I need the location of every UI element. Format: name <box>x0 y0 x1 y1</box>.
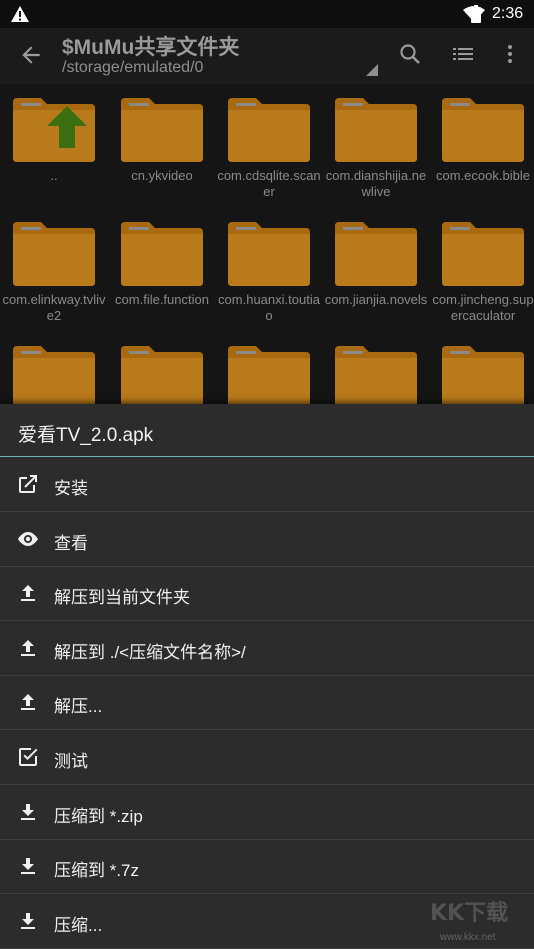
folder-icon <box>335 222 417 286</box>
menu-item[interactable]: 压缩到 *.7z <box>0 839 534 895</box>
folder-name: com.jianjia.novels <box>324 292 428 307</box>
folder-item[interactable] <box>109 332 215 405</box>
current-path[interactable]: /storage/emulated/0 <box>62 59 203 77</box>
folder-item[interactable]: com.ecook.bible <box>430 84 534 208</box>
upload-icon <box>21 694 35 711</box>
menu-item[interactable]: 测试 <box>0 730 534 785</box>
watermark-url: www.kkx.net <box>440 932 496 943</box>
folder-item[interactable]: cn.ykvideo <box>109 84 215 208</box>
upload-icon <box>21 585 35 602</box>
folder-name: com.jincheng.supercaculator <box>432 292 534 323</box>
context-menu-sheet: 爱看TV_2.0.apk 安装查看解压到当前文件夹解压到 ./<压缩文件名称>/… <box>0 404 534 949</box>
menu-item-label: 解压到 ./<压缩文件名称>/ <box>54 642 246 662</box>
file-grid: .. cn.ykvideo com.cdsqlite.scaner com.dians… <box>0 84 534 405</box>
folder-name: com.ecook.bible <box>436 168 530 183</box>
menu-item-label: 解压到当前文件夹 <box>54 588 190 608</box>
folder-name: cn.ykvideo <box>131 168 193 183</box>
folder-icon <box>228 346 310 405</box>
app-toolbar: $MuMu共享文件夹 /storage/emulated/0 <box>0 28 534 84</box>
checkbox-icon <box>19 748 38 766</box>
folder-item[interactable]: com.file.function <box>109 208 215 332</box>
folder-name: com.huanxi.toutiao <box>218 292 320 323</box>
folder-icon <box>442 346 524 405</box>
battery-icon <box>471 5 481 23</box>
folder-icon <box>121 346 203 405</box>
upload-icon <box>21 639 35 656</box>
menu-item-label: 测试 <box>54 752 88 771</box>
folder-icon <box>228 98 310 162</box>
folder-icon <box>13 222 95 286</box>
folder-icon <box>335 98 417 162</box>
menu-item[interactable]: 压缩到 *.zip <box>0 785 534 840</box>
sheet-header: 爱看TV_2.0.apk <box>0 404 534 457</box>
menu-item-label: 安装 <box>54 479 88 498</box>
page-title[interactable]: $MuMu共享文件夹 <box>62 31 239 61</box>
folder-icon <box>442 98 524 162</box>
menu-item[interactable]: 查看 <box>0 512 534 567</box>
folder-item[interactable]: com.dianshijia.newlive <box>323 84 429 208</box>
download-icon <box>21 858 35 875</box>
folder-name: com.cdsqlite.scaner <box>217 168 321 199</box>
menu-item-label: 压缩... <box>54 915 103 935</box>
menu-item-label: 压缩到 *.7z <box>54 861 140 881</box>
menu-item[interactable]: 解压... <box>0 675 534 731</box>
search-icon[interactable] <box>398 42 422 66</box>
folder-icon <box>121 222 203 286</box>
folder-item[interactable]: com.jianjia.novels <box>323 208 429 332</box>
path-dropdown-icon[interactable] <box>366 64 378 76</box>
back-arrow-icon[interactable] <box>18 42 44 68</box>
folder-up-icon <box>13 98 95 162</box>
watermark-logo: KK下载 <box>430 901 509 926</box>
folder-name: com.file.function <box>115 292 209 307</box>
folder-name: .. <box>50 168 58 183</box>
menu-item[interactable]: 解压到 ./<压缩文件名称>/ <box>0 621 534 676</box>
parent-folder-item[interactable]: .. <box>1 84 107 208</box>
menu-item[interactable]: 安装 <box>0 457 534 512</box>
folder-icon <box>13 346 95 405</box>
folder-item[interactable] <box>430 332 534 405</box>
list-view-icon[interactable] <box>451 42 475 66</box>
clock: 2:36 <box>492 5 524 22</box>
folder-item[interactable] <box>1 332 107 405</box>
folder-name: com.elinkway.tvlive2 <box>2 292 106 323</box>
folder-name: com.dianshijia.newlive <box>325 168 427 199</box>
menu-item-label: 解压... <box>54 697 103 717</box>
more-vert-icon[interactable] <box>498 42 522 66</box>
sheet-title: 爱看TV_2.0.apk <box>18 425 154 446</box>
download-icon <box>21 912 35 929</box>
open-external-icon <box>19 475 37 493</box>
menu-item-label: 压缩到 *.zip <box>54 806 143 826</box>
folder-item[interactable]: com.cdsqlite.scaner <box>216 84 322 208</box>
status-bar: 2:36 <box>0 0 534 28</box>
download-icon <box>21 803 35 820</box>
menu-item[interactable]: 解压到当前文件夹 <box>0 566 534 622</box>
folder-item[interactable]: com.jincheng.supercaculator <box>430 208 534 332</box>
folder-item[interactable] <box>323 332 429 405</box>
folder-icon <box>228 222 310 286</box>
folder-item[interactable] <box>216 332 322 405</box>
folder-icon <box>442 222 524 286</box>
warning-icon <box>11 6 29 22</box>
folder-item[interactable]: com.huanxi.toutiao <box>216 208 322 332</box>
folder-icon <box>121 98 203 162</box>
menu-item-label: 查看 <box>54 533 88 553</box>
folder-item[interactable]: com.elinkway.tvlive2 <box>1 208 107 332</box>
folder-icon <box>335 346 417 405</box>
eye-icon <box>18 531 38 546</box>
